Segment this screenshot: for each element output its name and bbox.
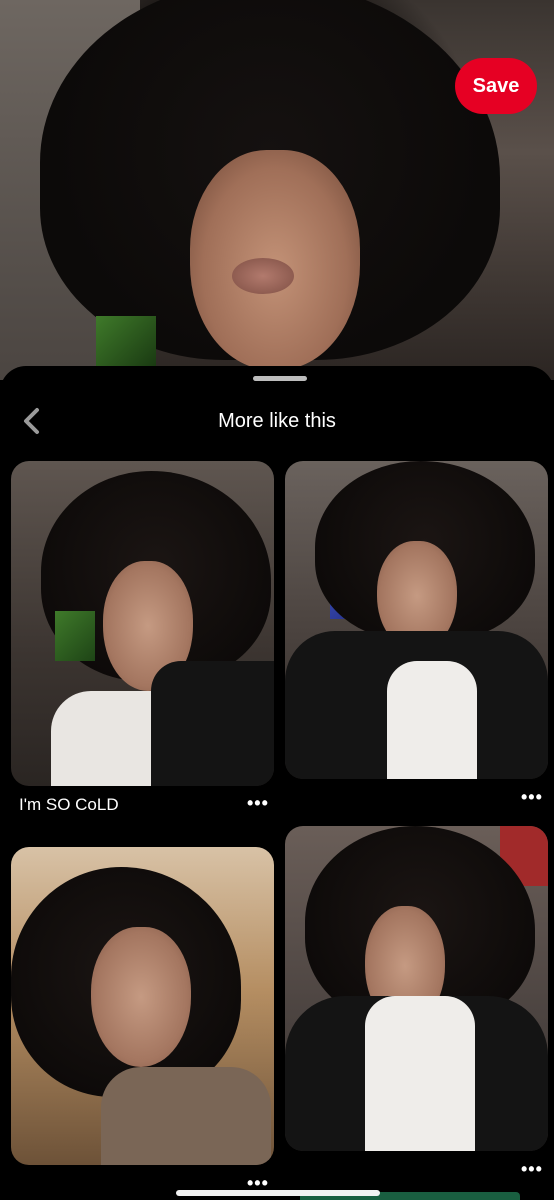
save-button[interactable]: Save: [455, 58, 537, 114]
pin-card[interactable]: [11, 461, 274, 786]
pin-face-shape: [91, 927, 191, 1067]
pin-jacket-shape: [151, 661, 274, 786]
pin-top-shape: [365, 996, 475, 1151]
pin-card[interactable]: [285, 826, 548, 1151]
pin-caption[interactable]: I'm SO CoLD: [19, 795, 119, 815]
pin-more-button[interactable]: •••: [521, 788, 543, 806]
pin-more-button[interactable]: •••: [247, 1174, 269, 1192]
pin-more-button[interactable]: •••: [521, 1160, 543, 1178]
pin-top-shape: [101, 1067, 271, 1165]
pin-more-button[interactable]: •••: [247, 794, 269, 812]
sheet-title: More like this: [218, 410, 336, 432]
background-screen: [96, 316, 156, 366]
pin-card[interactable]: [11, 847, 274, 1165]
pin-card[interactable]: [285, 461, 548, 779]
sheet-drag-handle[interactable]: [253, 376, 307, 381]
lips-shape: [232, 258, 294, 294]
hero-pin-image[interactable]: [0, 0, 554, 380]
home-indicator[interactable]: [176, 1190, 380, 1196]
pin-top-shape: [387, 661, 477, 779]
pin-screen-shape: [55, 611, 95, 661]
